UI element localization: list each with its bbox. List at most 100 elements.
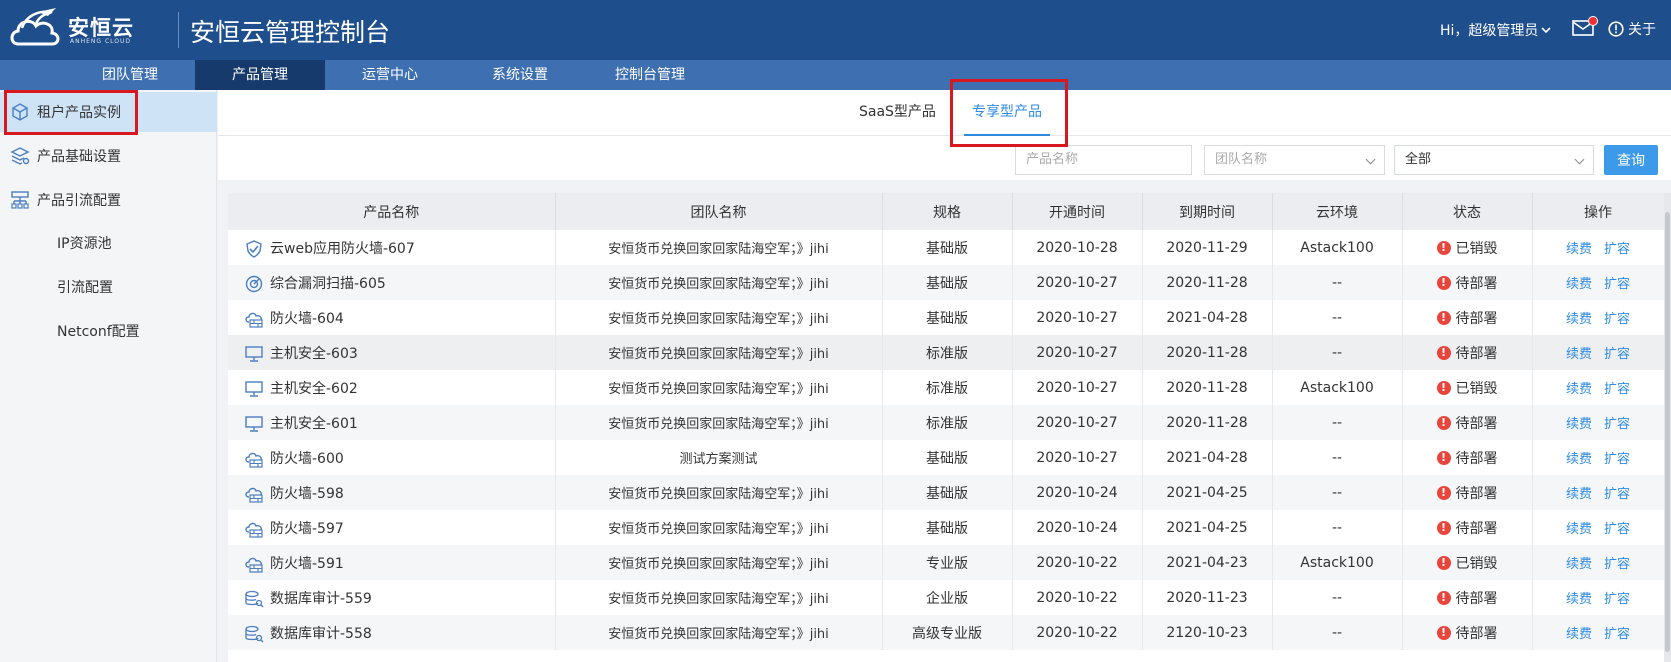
expand-link[interactable]: 扩容 bbox=[1604, 382, 1630, 397]
cell-spec: 标准版 bbox=[882, 370, 1013, 405]
sidebar-item-tenant-instances[interactable]: 租户产品实例 bbox=[0, 92, 217, 132]
cell-cloud-env: -- bbox=[1272, 475, 1403, 510]
nav-system-settings[interactable]: 系统设置 bbox=[460, 60, 580, 90]
renew-link[interactable]: 续费 bbox=[1566, 592, 1592, 607]
col-header-actions[interactable]: 操作 bbox=[1532, 193, 1664, 230]
renew-link[interactable]: 续费 bbox=[1566, 277, 1592, 292]
expand-link[interactable]: 扩容 bbox=[1604, 592, 1630, 607]
table-row[interactable]: 数据库审计-558 安恒货币兑换回家回家陆海空军；》jihi 高级专业版 2020-1… bbox=[228, 615, 1664, 650]
main-nav: 团队管理 产品管理 运营中心 系统设置 控制台管理 bbox=[0, 60, 1671, 90]
sidebar-item-label: 产品引流配置 bbox=[37, 193, 121, 209]
sidebar-item-product-basic-settings[interactable]: 产品基础设置 bbox=[0, 136, 217, 176]
cell-end-time: 2020-11-23 bbox=[1142, 580, 1273, 615]
col-header-product-name[interactable]: 产品名称 bbox=[228, 193, 556, 230]
app-title: 安恒云管理控制台 bbox=[190, 18, 391, 47]
renew-link[interactable]: 续费 bbox=[1566, 312, 1592, 327]
expand-link[interactable]: 扩容 bbox=[1604, 487, 1630, 502]
renew-link[interactable]: 续费 bbox=[1566, 417, 1592, 432]
col-header-cloud-env[interactable]: 云环境 bbox=[1272, 193, 1403, 230]
product-name-text: 云web应用防火墙-607 bbox=[270, 240, 415, 257]
cell-end-time: 2021-04-28 bbox=[1142, 300, 1273, 335]
sidebar-item-netconf-config[interactable]: Netconf配置 bbox=[57, 317, 140, 347]
firewall-cloud-icon bbox=[244, 450, 264, 468]
col-header-end-time[interactable]: 到期时间 bbox=[1142, 193, 1273, 230]
team-name-select[interactable]: 团队名称 bbox=[1204, 145, 1385, 175]
cell-cloud-env: -- bbox=[1272, 580, 1403, 615]
renew-link[interactable]: 续费 bbox=[1566, 487, 1592, 502]
renew-link[interactable]: 续费 bbox=[1566, 242, 1592, 257]
table-row[interactable]: 防火墙-597 安恒货币兑换回家回家陆海空军；》jihi 基础版 2020-10-24… bbox=[228, 510, 1664, 545]
product-name-text: 主机安全-603 bbox=[270, 345, 358, 362]
cell-product-name: 防火墙-597 bbox=[228, 510, 556, 545]
renew-link[interactable]: 续费 bbox=[1566, 522, 1592, 537]
table-row[interactable]: 综合漏洞扫描-605 安恒货币兑换回家回家陆海空军；》jihi 基础版 2020-10… bbox=[228, 265, 1664, 300]
cell-product-name: 主机安全-602 bbox=[228, 370, 556, 405]
table-row[interactable]: 主机安全-602 安恒货币兑换回家回家陆海空军；》jihi 标准版 2020-10-2… bbox=[228, 370, 1664, 405]
cell-end-time: 2020-11-28 bbox=[1142, 335, 1273, 370]
expand-link[interactable]: 扩容 bbox=[1604, 557, 1630, 572]
alert-icon: ! bbox=[1436, 310, 1451, 325]
cell-product-name: 防火墙-598 bbox=[228, 475, 556, 510]
cell-start-time: 2020-10-24 bbox=[1012, 510, 1143, 545]
expand-link[interactable]: 扩容 bbox=[1604, 452, 1630, 467]
nav-team-management[interactable]: 团队管理 bbox=[70, 60, 190, 90]
cell-team-name: 安恒货币兑换回家回家陆海空军；》jihi bbox=[555, 580, 883, 615]
table-row[interactable]: 防火墙-598 安恒货币兑换回家回家陆海空军；》jihi 基础版 2020-10-24… bbox=[228, 475, 1664, 510]
user-menu[interactable]: Hi，超级管理员 bbox=[1440, 20, 1551, 40]
cell-status: ! 已销毁 bbox=[1402, 545, 1533, 580]
expand-link[interactable]: 扩容 bbox=[1604, 347, 1630, 362]
cell-actions: 续费 扩容 bbox=[1532, 335, 1664, 370]
col-header-spec[interactable]: 规格 bbox=[882, 193, 1013, 230]
instances-table: 产品名称 团队名称 规格 开通时间 到期时间 云环境 状态 操作 云web应用防… bbox=[228, 193, 1664, 662]
cell-actions: 续费 扩容 bbox=[1532, 405, 1664, 440]
nav-operations-center[interactable]: 运营中心 bbox=[330, 60, 450, 90]
cell-status: ! 待部署 bbox=[1402, 475, 1533, 510]
cell-status: ! 待部署 bbox=[1402, 405, 1533, 440]
expand-link[interactable]: 扩容 bbox=[1604, 312, 1630, 327]
renew-link[interactable]: 续费 bbox=[1566, 347, 1592, 362]
status-text: 待部署 bbox=[1455, 415, 1498, 432]
tab-saas-products[interactable]: SaaS型产品 bbox=[859, 90, 936, 136]
table-row[interactable]: 防火墙-591 安恒货币兑换回家回家陆海空军；》jihi 专业版 2020-10-22… bbox=[228, 545, 1664, 580]
status-select[interactable]: 全部 bbox=[1394, 145, 1594, 175]
sidebar-item-traffic-config[interactable]: 引流配置 bbox=[57, 273, 113, 303]
status-text: 待部署 bbox=[1455, 590, 1498, 607]
cell-actions: 续费 扩容 bbox=[1532, 580, 1664, 615]
about-link[interactable]: 关于 bbox=[1608, 19, 1656, 39]
expand-link[interactable]: 扩容 bbox=[1604, 277, 1630, 292]
status-text: 待部署 bbox=[1455, 485, 1498, 502]
status-text: 待部署 bbox=[1455, 345, 1498, 362]
table-row[interactable]: 防火墙-600 测试方案测试 基础版 2020-10-27 2021-04-28 --! 待… bbox=[228, 440, 1664, 475]
table-row[interactable]: 主机安全-603 安恒货币兑换回家回家陆海空军；》jihi 标准版 2020-10-2… bbox=[228, 335, 1664, 370]
sidebar-item-product-traffic-config[interactable]: 产品引流配置 bbox=[0, 180, 217, 220]
renew-link[interactable]: 续费 bbox=[1566, 627, 1592, 642]
table-row[interactable]: 主机安全-601 安恒货币兑换回家回家陆海空军；》jihi 标准版 2020-10-2… bbox=[228, 405, 1664, 440]
nav-product-management[interactable]: 产品管理 bbox=[195, 60, 325, 90]
renew-link[interactable]: 续费 bbox=[1566, 557, 1592, 572]
table-row[interactable]: 防火墙-604 安恒货币兑换回家回家陆海空军；》jihi 基础版 2020-10-27… bbox=[228, 300, 1664, 335]
renew-link[interactable]: 续费 bbox=[1566, 452, 1592, 467]
tab-dedicated-products[interactable]: 专享型产品 bbox=[964, 90, 1050, 136]
alert-icon: ! bbox=[1436, 345, 1451, 360]
table-row[interactable]: 数据库审计-559 安恒货币兑换回家回家陆海空军；》jihi 企业版 2020-10-… bbox=[228, 580, 1664, 615]
cell-start-time: 2020-10-27 bbox=[1012, 265, 1143, 300]
renew-link[interactable]: 续费 bbox=[1566, 382, 1592, 397]
expand-link[interactable]: 扩容 bbox=[1604, 242, 1630, 257]
query-button[interactable]: 查询 bbox=[1604, 145, 1658, 175]
nav-console-management[interactable]: 控制台管理 bbox=[590, 60, 710, 90]
table-scrollbar-thumb[interactable] bbox=[1665, 212, 1670, 652]
expand-link[interactable]: 扩容 bbox=[1604, 522, 1630, 537]
expand-link[interactable]: 扩容 bbox=[1604, 627, 1630, 642]
cell-cloud-env: -- bbox=[1272, 615, 1403, 650]
expand-link[interactable]: 扩容 bbox=[1604, 417, 1630, 432]
product-name-input[interactable]: 产品名称 bbox=[1015, 145, 1192, 175]
col-header-status[interactable]: 状态 bbox=[1402, 193, 1533, 230]
sidebar-item-ip-pool[interactable]: IP资源池 bbox=[57, 229, 112, 259]
status-select-value: 全部 bbox=[1405, 152, 1432, 167]
notification-dot bbox=[1588, 16, 1598, 26]
col-header-team-name[interactable]: 团队名称 bbox=[555, 193, 883, 230]
cell-team-name: 安恒货币兑换回家回家陆海空军；》jihi bbox=[555, 510, 883, 545]
cell-product-name: 主机安全-601 bbox=[228, 405, 556, 440]
table-row[interactable]: 云web应用防火墙-607 安恒货币兑换回家回家陆海空军；》jihi 基础版 2020… bbox=[228, 230, 1664, 265]
col-header-start-time[interactable]: 开通时间 bbox=[1012, 193, 1143, 230]
